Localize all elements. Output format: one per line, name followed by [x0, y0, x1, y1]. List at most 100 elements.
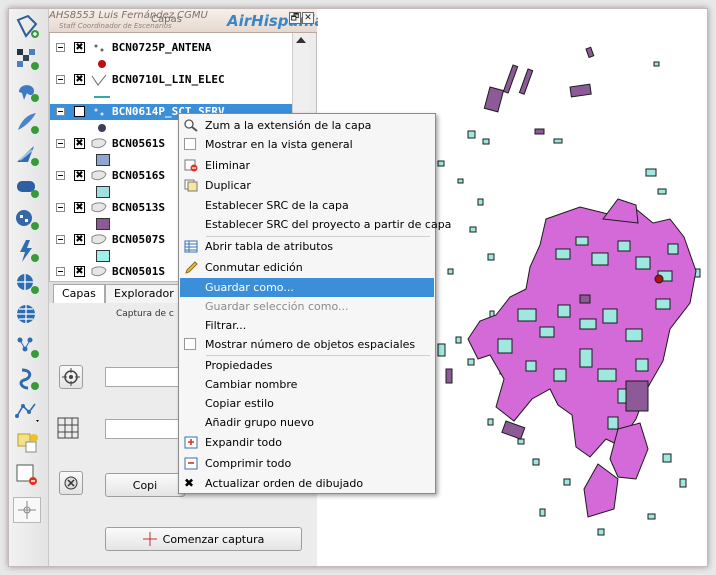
collapse-icon [184, 457, 198, 470]
layer-visibility-checkbox[interactable]: ✖ [74, 202, 85, 213]
copy-button[interactable]: Copi [105, 473, 185, 497]
checked-x-icon: ✖ [184, 476, 195, 490]
add-spatialite-layer-icon[interactable] [13, 109, 41, 137]
menu-item-copy-style[interactable]: Copiar estilo [180, 394, 434, 413]
collapse-icon[interactable] [56, 235, 65, 244]
menu-item-remove[interactable]: Eliminar [180, 156, 434, 175]
add-gps-layer-icon[interactable] [13, 365, 41, 393]
layer-symbol [96, 154, 110, 166]
menu-item-show-in-overview[interactable]: Mostrar en la vista general [180, 135, 434, 154]
layer-visibility-checkbox[interactable]: ✖ [74, 74, 85, 85]
layer-name: BCN0561S [112, 137, 165, 150]
layer-visibility-checkbox[interactable]: ✖ [74, 138, 85, 149]
collapse-icon[interactable] [56, 139, 65, 148]
polygon-layer-icon [91, 202, 107, 213]
menu-item-add-group[interactable]: Añadir grupo nuevo [180, 413, 434, 432]
menu-item-update-drawing-order[interactable]: ✖ Actualizar orden de dibujado [180, 474, 434, 493]
close-button[interactable]: ✕ [302, 12, 314, 24]
add-mssql-layer-icon[interactable] [13, 141, 41, 169]
layer-row[interactable]: ✖ BCN0710L_LIN_ELEC [50, 72, 293, 104]
add-oracle-layer-icon[interactable] [13, 173, 41, 201]
menu-item-collapse-all[interactable]: Comprimir todo [180, 454, 434, 473]
new-shapefile-icon[interactable] [13, 397, 41, 425]
layer-symbol [98, 124, 106, 132]
layer-name: BCN0710L_LIN_ELEC [112, 73, 225, 86]
layer-visibility-checkbox[interactable]: ✖ [74, 170, 85, 181]
menu-item-duplicate[interactable]: Duplicar [180, 176, 434, 195]
layer-row[interactable]: ✖ BCN0725P_ANTENA [50, 40, 293, 72]
add-wcs-layer-icon[interactable] [13, 269, 41, 297]
menu-item-properties[interactable]: Propiedades [180, 356, 434, 375]
capture-tool-button[interactable] [59, 471, 83, 495]
menu-item-save-as[interactable]: Guardar como... [180, 278, 434, 297]
line-layer-icon [91, 74, 107, 86]
collapse-icon[interactable] [56, 75, 65, 84]
add-delimited-text-icon[interactable] [13, 333, 41, 361]
left-toolbar [9, 9, 49, 566]
layer-visibility-checkbox[interactable]: ✖ [74, 42, 85, 53]
layer-name: BCN0507S [112, 233, 165, 246]
tab-explorador[interactable]: Explorador [105, 284, 183, 303]
checkbox-icon [184, 338, 196, 350]
menu-item-show-feature-count[interactable]: Mostrar número de objetos espaciales [180, 335, 434, 354]
collapse-icon[interactable] [56, 43, 65, 52]
tab-capas[interactable]: Capas [53, 284, 105, 303]
start-capture-label: Comenzar captura [162, 532, 265, 546]
table-icon [184, 240, 198, 253]
collapse-icon[interactable] [56, 107, 65, 116]
menu-item-toggle-editing[interactable]: Conmutar edición [180, 258, 434, 277]
collapse-icon[interactable] [56, 267, 65, 276]
add-raster-layer-icon[interactable] [13, 45, 41, 73]
point-layer-icon [94, 44, 104, 52]
polygon-layer-icon [91, 234, 107, 245]
menu-item-open-attribute-table[interactable]: Abrir tabla de atributos [180, 237, 434, 256]
add-vector-layer-icon[interactable] [13, 13, 41, 41]
menu-item-zoom-to-layer[interactable]: Zum a la extensión de la capa [180, 116, 434, 135]
collapse-icon[interactable] [56, 203, 65, 212]
layer-symbol [96, 186, 110, 198]
menu-item-filter[interactable]: Filtrar... [180, 316, 434, 335]
restore-button[interactable]: 🗗 [289, 12, 301, 24]
polygon-layer-icon [91, 170, 107, 181]
expand-icon [184, 436, 198, 449]
layer-symbol [94, 96, 110, 98]
layer-visibility-checkbox[interactable]: ✖ [74, 106, 85, 117]
start-capture-button[interactable]: Comenzar captura [105, 527, 302, 551]
polygon-layer-icon [91, 266, 107, 277]
crosshair-button[interactable] [59, 365, 83, 389]
menu-item-save-selection-as[interactable]: Guardar selección como... [180, 297, 434, 316]
checkbox-icon [184, 138, 196, 150]
remove-layer-icon [184, 159, 198, 172]
menu-item-set-layer-crs[interactable]: Establecer SRC de la capa [180, 196, 434, 215]
layer-name: BCN0516S [112, 169, 165, 182]
layer-name: BCN0513S [112, 201, 165, 214]
remove-layer-icon[interactable] [13, 461, 41, 489]
layer-visibility-checkbox[interactable]: ✖ [74, 234, 85, 245]
capture-tool-icon [64, 476, 78, 490]
menu-item-rename[interactable]: Cambiar nombre [180, 375, 434, 394]
layer-symbol [98, 60, 106, 68]
add-db2-layer-icon[interactable] [13, 205, 41, 233]
app-window: AHS8553 Luis Fernández CGMU Staff Coordi… [8, 8, 708, 567]
collapse-icon[interactable] [56, 171, 65, 180]
capture-crosshair-icon [142, 532, 157, 546]
user-banner: AHS8553 Luis Fernández CGMU Staff Coordi… [49, 9, 325, 33]
grid-icon [57, 417, 79, 439]
add-wfs-layer-icon[interactable] [13, 301, 41, 329]
zoom-icon [184, 119, 198, 132]
layer-name: BCN0725P_ANTENA [112, 41, 212, 54]
layer-name: BCN0501S [112, 265, 165, 278]
layer-options-icon[interactable] [13, 497, 41, 523]
menu-item-expand-all[interactable]: Expandir todo [180, 433, 434, 452]
layer-context-menu: Zum a la extensión de la capa Mostrar en… [178, 113, 451, 494]
layer-symbol [96, 250, 110, 262]
grid-button[interactable] [56, 416, 80, 440]
duplicate-icon [184, 179, 198, 192]
add-postgis-layer-icon[interactable] [13, 77, 41, 105]
add-wms-layer-icon[interactable] [13, 237, 41, 265]
menu-item-set-project-crs[interactable]: Establecer SRC del proyecto a partir de … [180, 215, 451, 234]
scroll-up-icon[interactable] [296, 37, 306, 43]
new-temp-layer-icon[interactable] [13, 429, 41, 457]
user-name: AHS8553 Luis Fernández CGMU [49, 10, 208, 21]
layer-visibility-checkbox[interactable]: ✖ [74, 266, 85, 277]
